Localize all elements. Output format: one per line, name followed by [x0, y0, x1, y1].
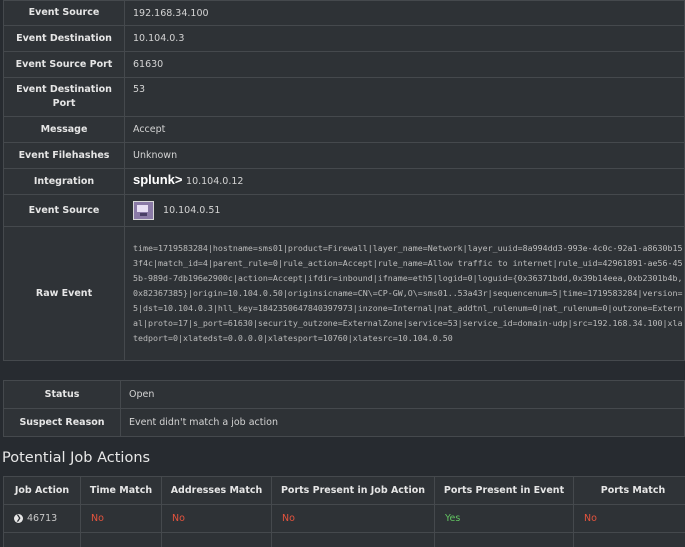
- detail-row-event-source-port: Event Source Port 61630: [4, 52, 685, 78]
- addresses-match-cell: No: [162, 505, 272, 533]
- suspect-reason-value: Event didn't match a job action: [121, 409, 685, 437]
- svg-text:splunk>: splunk>: [133, 173, 183, 187]
- detail-key: Event Destination Port: [4, 78, 125, 117]
- column-header-job-action[interactable]: Job Action: [4, 477, 81, 505]
- job-actions-header: Job Action Time Match Addresses Match Po…: [4, 477, 685, 505]
- detail-row-event-destination: Event Destination 10.104.0.3: [4, 26, 685, 52]
- event-details-table: Event Source 192.168.34.100 Event Destin…: [3, 0, 685, 361]
- column-header-addresses-match[interactable]: Addresses Match: [162, 477, 272, 505]
- status-value: Open: [121, 381, 685, 409]
- job-actions-table: Job Action Time Match Addresses Match Po…: [3, 476, 685, 547]
- splunk-logo: splunk>: [133, 173, 183, 190]
- detail-value: 10.104.0.51: [125, 195, 685, 227]
- column-header-ports-in-event[interactable]: Ports Present in Event: [435, 477, 574, 505]
- detail-value: 10.104.0.3: [125, 26, 685, 52]
- column-header-ports-in-job-action[interactable]: Ports Present in Job Action: [272, 477, 435, 505]
- detail-row-event-source-device: Event Source 10.104.0.51: [4, 195, 685, 227]
- job-action-id: 46713: [27, 513, 57, 524]
- detail-row-event-source: Event Source 192.168.34.100: [4, 1, 685, 26]
- detail-value: 61630: [125, 52, 685, 78]
- chevron-right-circle-icon[interactable]: ❯: [14, 514, 23, 523]
- detail-row-event-destination-port: Event Destination Port 53: [4, 78, 685, 117]
- status-key: Status: [4, 381, 121, 409]
- detail-key: Integration: [4, 169, 125, 195]
- suspect-reason-row: Suspect Reason Event didn't match a job …: [4, 409, 685, 437]
- detail-key: Event Destination: [4, 26, 125, 52]
- detail-key: Message: [4, 117, 125, 143]
- time-match-cell: No: [81, 505, 162, 533]
- ports-in-job-action-cell: No: [272, 505, 435, 533]
- detail-key: Event Source: [4, 195, 125, 227]
- detail-row-integration: Integration splunk> 10.104.0.12: [4, 169, 685, 195]
- column-header-ports-match[interactable]: Ports Match: [574, 477, 685, 505]
- detail-value: Accept: [125, 117, 685, 143]
- status-row: Status Open: [4, 381, 685, 409]
- detail-value: 192.168.34.100: [125, 1, 685, 26]
- status-table: Status Open Suspect Reason Event didn't …: [3, 380, 685, 437]
- detail-key: Raw Event: [4, 227, 125, 361]
- detail-key: Event Source Port: [4, 52, 125, 78]
- detail-row-message: Message Accept: [4, 117, 685, 143]
- detail-key: Event Source: [4, 1, 125, 26]
- table-row[interactable]: ❯ 46713 No No No Yes No: [4, 505, 685, 533]
- ports-match-cell: No: [574, 505, 685, 533]
- integration-host: 10.104.0.12: [186, 176, 243, 187]
- detail-value: splunk> 10.104.0.12: [125, 169, 685, 195]
- detail-row-event-filehashes: Event Filehashes Unknown: [4, 143, 685, 169]
- column-header-time-match[interactable]: Time Match: [81, 477, 162, 505]
- detail-value: Unknown: [125, 143, 685, 169]
- computer-monitor-icon: [133, 201, 154, 220]
- job-action-cell[interactable]: ❯ 46713: [4, 505, 81, 533]
- section-title-potential-job-actions: Potential Job Actions: [2, 450, 150, 466]
- ports-in-event-cell: Yes: [435, 505, 574, 533]
- suspect-reason-key: Suspect Reason: [4, 409, 121, 437]
- raw-event-text: time=1719583284|hostname=sms01|product=F…: [125, 227, 685, 361]
- detail-key: Event Filehashes: [4, 143, 125, 169]
- detail-row-raw-event: Raw Event time=1719583284|hostname=sms01…: [4, 227, 685, 361]
- event-source-host: 10.104.0.51: [163, 205, 220, 216]
- detail-value: 53: [125, 78, 685, 117]
